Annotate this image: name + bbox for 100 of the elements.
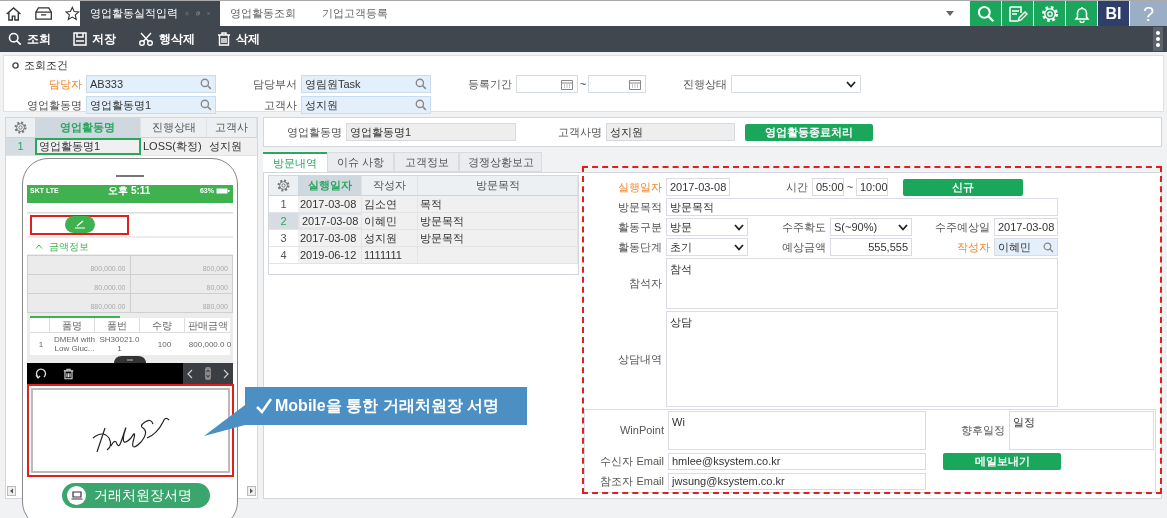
date-field[interactable]	[516, 75, 578, 93]
tab[interactable]: 이슈 사항	[327, 152, 394, 172]
lookup-field[interactable]: 영림원Task	[301, 75, 431, 93]
column-header[interactable]: 방문목적	[418, 176, 578, 195]
section-title: 금액정보	[49, 239, 89, 254]
table-cell: 1111111	[362, 247, 418, 263]
column-header[interactable]: 작성자	[362, 176, 418, 195]
scroll-toggle-icon[interactable]	[205, 367, 211, 380]
row-number: 2	[269, 213, 298, 229]
calendar-icon[interactable]	[629, 78, 641, 90]
column-header: 수량	[139, 318, 184, 332]
field-label: 참조자 Email	[599, 474, 665, 490]
tab[interactable]: 영업활동실적입력	[80, 1, 220, 26]
toolbar-button[interactable]: 저장	[73, 30, 116, 48]
field-label: 영업활동명	[26, 97, 83, 113]
notification-button[interactable]	[1066, 1, 1097, 26]
select-field[interactable]: 초기	[666, 238, 748, 256]
lookup-field[interactable]: 영업활동명1	[86, 96, 216, 114]
caret-down-icon[interactable]	[946, 11, 954, 16]
clock-text: 오후 5:11	[108, 186, 151, 196]
input-field: 성지원	[606, 123, 735, 141]
gear-icon[interactable]	[276, 178, 291, 193]
toolbar-button[interactable]: 행삭제	[138, 30, 195, 48]
table-cell: 방문목적	[418, 213, 578, 229]
gear-icon[interactable]	[1039, 3, 1060, 24]
scroll-right-icon[interactable]	[247, 486, 256, 496]
column-header[interactable]: 고객사	[207, 118, 257, 137]
field-label: 등록기간	[467, 76, 513, 92]
time-field[interactable]: 10:00	[856, 178, 888, 196]
chevron-down-icon[interactable]	[898, 223, 908, 231]
table-cell: 2017-03-08	[298, 230, 362, 246]
input-field: 영업활동명1	[346, 123, 516, 141]
column-header[interactable]: 진행상태	[141, 118, 207, 137]
text-area[interactable]: 상담	[666, 311, 1058, 407]
chevron-down-icon[interactable]	[734, 243, 744, 251]
email-field[interactable]: jwsung@ksystem.co.kr	[668, 473, 926, 490]
text-area[interactable]: 일정	[1009, 411, 1154, 450]
lookup-field[interactable]: AB333	[86, 75, 216, 93]
sign-button[interactable]	[65, 216, 95, 233]
trash-icon[interactable]	[63, 367, 74, 380]
bell-icon[interactable]	[1072, 4, 1091, 23]
search-button[interactable]	[970, 1, 1001, 26]
select-field[interactable]	[731, 75, 861, 93]
toolbar-button[interactable]: 조회	[8, 30, 51, 48]
time-field[interactable]: 05:00	[812, 178, 844, 196]
edit-button[interactable]	[1002, 1, 1033, 26]
bi-button[interactable]: BI	[1098, 1, 1129, 26]
collapse-icon[interactable]	[35, 243, 43, 249]
tab[interactable]: 경쟁상황보고	[459, 152, 542, 172]
search-icon[interactable]	[8, 32, 22, 46]
date-field[interactable]: 2017-03-08	[994, 218, 1058, 236]
column-header: 품번	[94, 318, 139, 332]
table-cell-text: SH30021.0 1	[98, 334, 141, 355]
circle-icon	[12, 61, 19, 69]
field-label: 참석자	[628, 276, 663, 292]
input-field[interactable]: 방문목적	[666, 198, 1058, 216]
date-field[interactable]	[588, 75, 646, 93]
input-field[interactable]: 555,555	[830, 238, 912, 256]
row-number: 4	[279, 247, 288, 263]
chevron-down-icon[interactable]	[734, 223, 744, 231]
lookup-field[interactable]: 성지원	[301, 96, 431, 114]
section-title: 조회조건	[24, 57, 68, 73]
chevron-down-icon[interactable]	[846, 80, 856, 88]
tab[interactable]: 고객정보	[394, 152, 459, 172]
field-label: 담당부서	[252, 76, 298, 92]
range-separator: ~	[845, 179, 855, 195]
row-number: 1	[279, 196, 288, 212]
signature-pad[interactable]	[27, 384, 234, 477]
field-label: 진행상태	[682, 76, 728, 92]
settings-button[interactable]	[1034, 1, 1065, 26]
more-icon[interactable]	[1155, 30, 1161, 48]
date-field[interactable]: 2017-03-08	[666, 178, 730, 196]
field-label: 활동구분	[617, 219, 663, 235]
tray-icon[interactable]	[35, 6, 53, 21]
select-field[interactable]: S(~90%)	[830, 218, 912, 236]
field-label: 방문목적	[617, 199, 663, 215]
scroll-left-icon[interactable]	[7, 486, 16, 496]
undo-icon[interactable]	[35, 367, 47, 380]
lookup-field[interactable]: 이혜민	[994, 238, 1058, 256]
email-field[interactable]: hmlee@ksystem.co.kr	[668, 453, 926, 470]
field-label: 고객사명	[557, 124, 603, 140]
select-field[interactable]: 방문	[666, 218, 748, 236]
table-cell: 이혜민	[362, 213, 418, 229]
table-cell-text: 100	[156, 338, 173, 351]
table-cell-text: 800,000.0 0	[187, 338, 233, 351]
range-separator: ~	[578, 76, 588, 92]
toolbar-button[interactable]: 삭제	[217, 30, 260, 48]
field-label: 활동단계	[617, 239, 663, 255]
next-icon[interactable]	[223, 368, 229, 379]
field-label: 수신자 Email	[599, 454, 665, 470]
previous-icon[interactable]	[187, 368, 193, 379]
home-icon[interactable]	[5, 5, 23, 22]
calendar-icon[interactable]	[561, 78, 573, 90]
text-area[interactable]: Wi	[668, 411, 926, 450]
edit-document-icon[interactable]	[1007, 4, 1028, 23]
save-icon[interactable]	[73, 32, 87, 46]
caption-text: 거래처원장서명	[94, 486, 192, 505]
gear-icon[interactable]	[13, 120, 28, 135]
text-area[interactable]: 참석	[666, 258, 1058, 309]
scissors-icon[interactable]	[138, 32, 154, 46]
